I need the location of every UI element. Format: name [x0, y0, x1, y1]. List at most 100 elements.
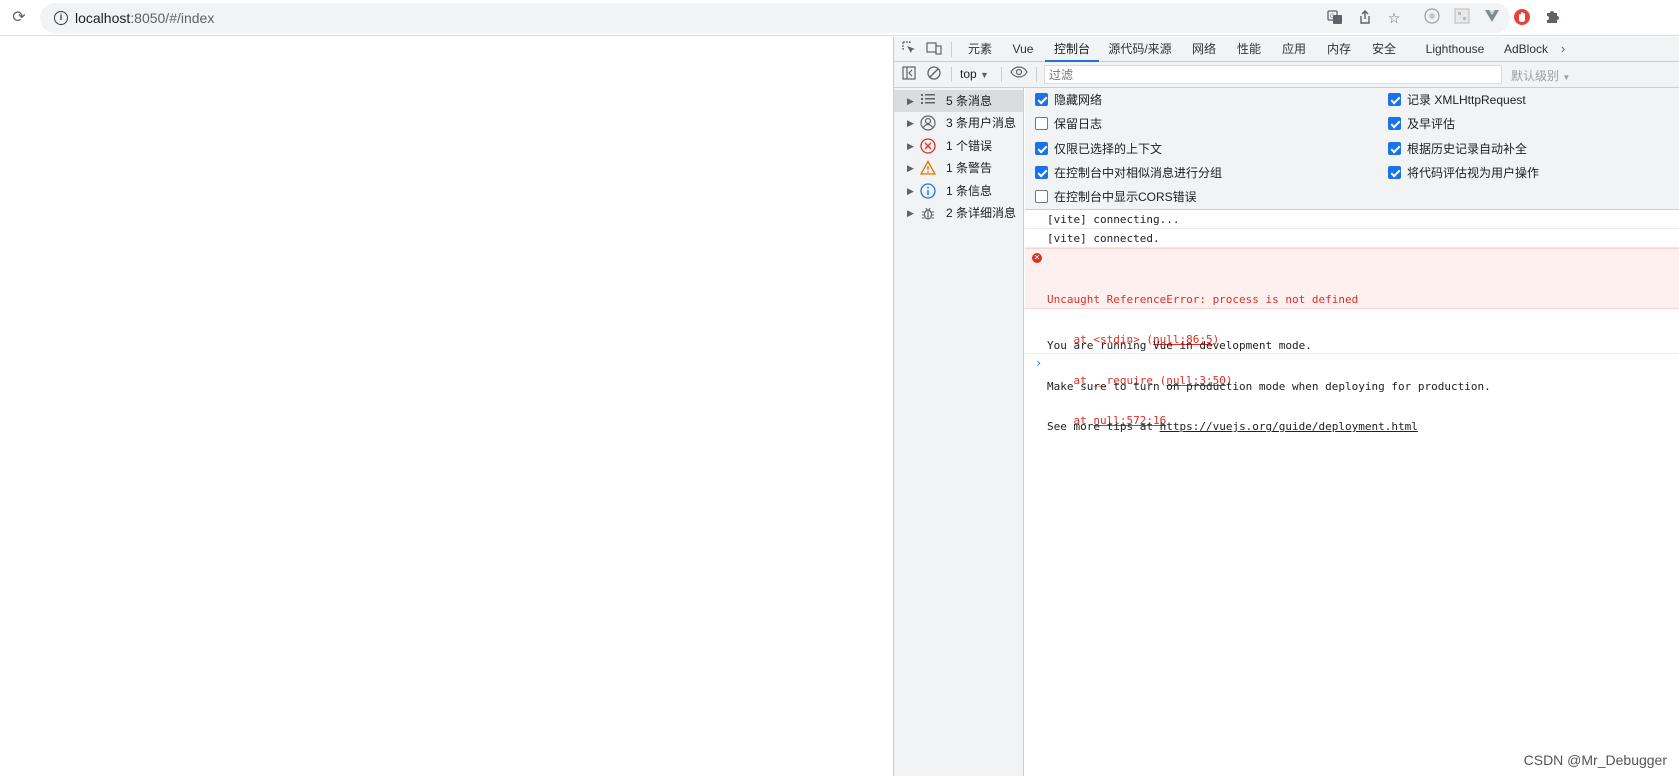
expand-arrow-icon[interactable]: ▶: [907, 135, 914, 157]
checkbox-checked[interactable]: [1035, 166, 1048, 179]
checkbox-checked[interactable]: [1035, 142, 1048, 155]
extensions-puzzle-icon[interactable]: [1543, 8, 1561, 26]
devtools-panel: 元素 Vue 控制台 源代码/来源 网络 性能 应用 内存 安全 Lightho…: [893, 37, 1679, 776]
expand-arrow-icon[interactable]: ▶: [907, 112, 914, 134]
tab-lighthouse[interactable]: Lighthouse: [1420, 37, 1490, 62]
checkbox-label: 将代码评估视为用户操作: [1407, 166, 1540, 180]
log-xhr-checkbox[interactable]: 记录 XMLHttpRequest: [1388, 91, 1526, 109]
tab-elements[interactable]: 元素: [961, 37, 999, 62]
toolbar-divider: [1001, 67, 1002, 82]
log-text: See more tips at https://vuejs.org/guide…: [1047, 420, 1679, 434]
adblock-icon[interactable]: [1513, 8, 1531, 26]
checkbox-checked[interactable]: [1388, 93, 1401, 106]
log-text: [vite] connected.: [1047, 232, 1160, 245]
sidebar-item-label: 2 条详细消息: [946, 206, 1017, 220]
user-icon: [920, 115, 936, 131]
sidebar-item-info[interactable]: ▶ 1 条信息: [894, 180, 1023, 202]
tab-console[interactable]: 控制台: [1045, 37, 1099, 62]
hide-network-checkbox[interactable]: 隐藏网络: [1035, 91, 1102, 109]
expand-arrow-icon[interactable]: ▶: [907, 202, 914, 224]
tab-performance[interactable]: 性能: [1230, 37, 1268, 62]
checkbox-unchecked[interactable]: [1035, 190, 1048, 203]
more-tabs-chevron-icon[interactable]: ›: [1557, 41, 1569, 57]
sidebar-item-messages[interactable]: ▶ 5 条消息: [894, 90, 1023, 112]
tab-sources[interactable]: 源代码/来源: [1106, 37, 1174, 62]
user-activation-eval-checkbox[interactable]: 将代码评估视为用户操作: [1388, 164, 1539, 182]
context-selector[interactable]: top ▼: [960, 67, 989, 81]
bug-icon: [920, 205, 936, 221]
share-icon[interactable]: [1356, 9, 1374, 27]
checkbox-label: 保留日志: [1054, 117, 1103, 131]
warning-icon: [919, 160, 937, 176]
bookmark-star-icon[interactable]: ☆: [1385, 9, 1403, 27]
console-log-message: [vite] connected.: [1025, 229, 1679, 248]
tab-network[interactable]: 网络: [1184, 37, 1224, 62]
log-text: You are running Vue in development mode.: [1047, 339, 1312, 352]
checkbox-checked[interactable]: [1388, 142, 1401, 155]
device-toolbar-icon[interactable]: [925, 41, 943, 57]
watermark: CSDN @Mr_Debugger: [1523, 752, 1667, 768]
vue-devtools-icon[interactable]: [1483, 8, 1501, 26]
address-bar[interactable]: i localhost:8050/#/index G ☆: [40, 3, 1510, 33]
sidebar-item-errors[interactable]: ▶ 1 个错误: [894, 135, 1023, 157]
url-text[interactable]: localhost:8050/#/index: [75, 10, 214, 26]
tab-vue[interactable]: Vue: [1007, 37, 1039, 62]
autocomplete-history-checkbox[interactable]: 根据历史记录自动补全: [1388, 140, 1527, 158]
page-viewport: [0, 37, 893, 776]
selected-context-only-checkbox[interactable]: 仅限已选择的上下文: [1035, 140, 1162, 158]
console-prompt-chevron-icon[interactable]: ›: [1035, 356, 1042, 370]
console-log-message: [vite] connecting...: [1025, 211, 1679, 229]
group-similar-checkbox[interactable]: 在控制台中对相似消息进行分组: [1035, 164, 1222, 182]
sidebar-toggle-icon[interactable]: [900, 66, 918, 82]
tab-application[interactable]: 应用: [1275, 37, 1313, 62]
expand-arrow-icon[interactable]: ▶: [907, 90, 914, 112]
tab-security[interactable]: 安全: [1365, 37, 1403, 62]
checkbox-checked[interactable]: [1388, 117, 1401, 130]
sidebar-item-verbose[interactable]: ▶ 2 条详细消息: [894, 202, 1023, 224]
sidebar-item-label: 1 条警告: [946, 161, 993, 175]
tab-adblock[interactable]: AdBlock: [1499, 37, 1553, 62]
sidebar-item-user-messages[interactable]: ▶ 3 条用户消息: [894, 112, 1023, 134]
qr-extension-icon[interactable]: [1453, 8, 1471, 26]
log-text-prefix: See more tips at: [1047, 420, 1160, 433]
console-sidebar: ▶ 5 条消息 ▶ 3 条用户消息 ▶ 1 个错误 ▶ 1 条警告 ▶ 1 条信…: [894, 88, 1024, 776]
checkbox-label: 根据历史记录自动补全: [1407, 142, 1528, 156]
dropdown-arrow-icon: ▼: [980, 70, 989, 80]
url-path: :8050/#/index: [130, 10, 215, 26]
error-title: Uncaught ReferenceError: process is not …: [1047, 292, 1359, 306]
expand-arrow-icon[interactable]: ▶: [907, 157, 914, 179]
dropdown-arrow-icon: ▼: [1562, 73, 1571, 82]
checkbox-label: 记录 XMLHttpRequest: [1407, 93, 1526, 107]
checkbox-label: 及早评估: [1407, 117, 1456, 131]
expand-arrow-icon[interactable]: ▶: [907, 180, 914, 202]
tab-memory[interactable]: 内存: [1320, 37, 1358, 62]
show-cors-errors-checkbox[interactable]: 在控制台中显示CORS错误: [1035, 188, 1197, 206]
inspect-element-icon[interactable]: [900, 41, 918, 57]
devtools-tab-bar: 元素 Vue 控制台 源代码/来源 网络 性能 应用 内存 安全 Lightho…: [894, 37, 1679, 62]
checkbox-checked[interactable]: [1388, 166, 1401, 179]
svg-text:G: G: [1330, 14, 1335, 20]
translate-icon[interactable]: G: [1326, 9, 1344, 27]
extension-icon[interactable]: [1423, 8, 1441, 26]
log-levels-dropdown[interactable]: 默认级别 ▼: [1511, 67, 1570, 84]
sidebar-item-label: 1 个错误: [946, 139, 993, 153]
list-icon: [920, 93, 936, 109]
sidebar-item-warnings[interactable]: ▶ 1 条警告: [894, 157, 1023, 179]
docs-link[interactable]: https://vuejs.org/guide/deployment.html: [1160, 420, 1418, 433]
sidebar-item-label: 3 条用户消息: [946, 116, 1017, 130]
reload-icon[interactable]: ⟳: [9, 9, 29, 27]
checkbox-checked[interactable]: [1035, 93, 1048, 106]
error-icon: [920, 138, 936, 154]
live-expression-eye-icon[interactable]: [1009, 66, 1029, 82]
log-levels-label: 默认级别: [1511, 69, 1560, 83]
preserve-log-checkbox[interactable]: 保留日志: [1035, 115, 1102, 133]
toolbar-divider: [1036, 67, 1037, 82]
console-log-message: You are running Vue in development mode.…: [1025, 310, 1679, 433]
site-info-icon[interactable]: i: [54, 11, 68, 25]
toolbar-divider: [951, 67, 952, 82]
eager-evaluation-checkbox[interactable]: 及早评估: [1388, 115, 1455, 133]
checkbox-unchecked[interactable]: [1035, 117, 1048, 130]
console-filter-input[interactable]: [1044, 65, 1502, 84]
info-icon: [920, 183, 936, 199]
clear-console-icon[interactable]: [925, 66, 943, 82]
